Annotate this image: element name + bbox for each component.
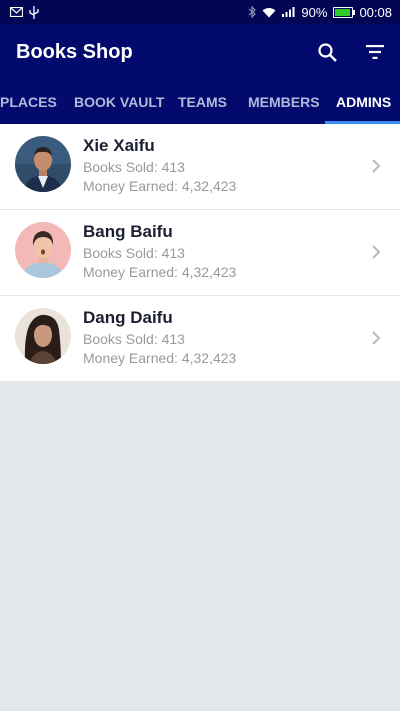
battery-icon [333, 6, 356, 18]
list-item[interactable]: Dang Daifu Books Sold: 413 Money Earned:… [0, 296, 400, 381]
app-title: Books Shop [16, 40, 133, 63]
admin-name: Bang Baifu [83, 222, 173, 241]
battery-percent: 90% [301, 4, 328, 20]
avatar [15, 308, 71, 364]
usb-icon [29, 5, 39, 19]
wifi-icon [262, 7, 276, 17]
chevron-right-icon [372, 159, 381, 173]
signal-icon [282, 7, 295, 17]
money-earned: Money Earned: 4,32,423 [83, 264, 237, 280]
tab-bar: PLACES BOOK VAULT TEAMS MEMBERS ADMINS [0, 80, 400, 124]
avatar [15, 136, 71, 192]
chevron-right-icon [372, 331, 381, 345]
tab-places[interactable]: PLACES [0, 80, 57, 124]
search-button[interactable] [316, 41, 338, 63]
tab-teams[interactable]: TEAMS [178, 80, 227, 124]
money-earned: Money Earned: 4,32,423 [83, 178, 237, 194]
clock: 00:08 [359, 4, 392, 20]
chevron-right-icon [372, 245, 381, 259]
filter-icon [366, 45, 384, 59]
app-bar: Books Shop [0, 24, 400, 80]
filter-button[interactable] [364, 41, 386, 63]
admin-list: Xie Xaifu Books Sold: 413 Money Earned: … [0, 124, 400, 381]
tab-members[interactable]: MEMBERS [248, 80, 320, 124]
list-item[interactable]: Bang Baifu Books Sold: 413 Money Earned:… [0, 210, 400, 296]
books-sold: Books Sold: 413 [83, 331, 185, 347]
gmail-icon [10, 7, 23, 17]
status-bar: 90% 00:08 [0, 0, 400, 24]
books-sold: Books Sold: 413 [83, 245, 185, 261]
list-item[interactable]: Xie Xaifu Books Sold: 413 Money Earned: … [0, 124, 400, 210]
tab-admins[interactable]: ADMINS [336, 80, 391, 124]
money-earned: Money Earned: 4,32,423 [83, 350, 237, 366]
search-icon [317, 42, 337, 62]
avatar [15, 222, 71, 278]
admin-name: Dang Daifu [83, 308, 173, 327]
battery-level [335, 8, 350, 16]
tab-book-vault[interactable]: BOOK VAULT [74, 80, 164, 124]
books-sold: Books Sold: 413 [83, 159, 185, 175]
bluetooth-icon [249, 6, 257, 18]
admin-name: Xie Xaifu [83, 136, 155, 155]
